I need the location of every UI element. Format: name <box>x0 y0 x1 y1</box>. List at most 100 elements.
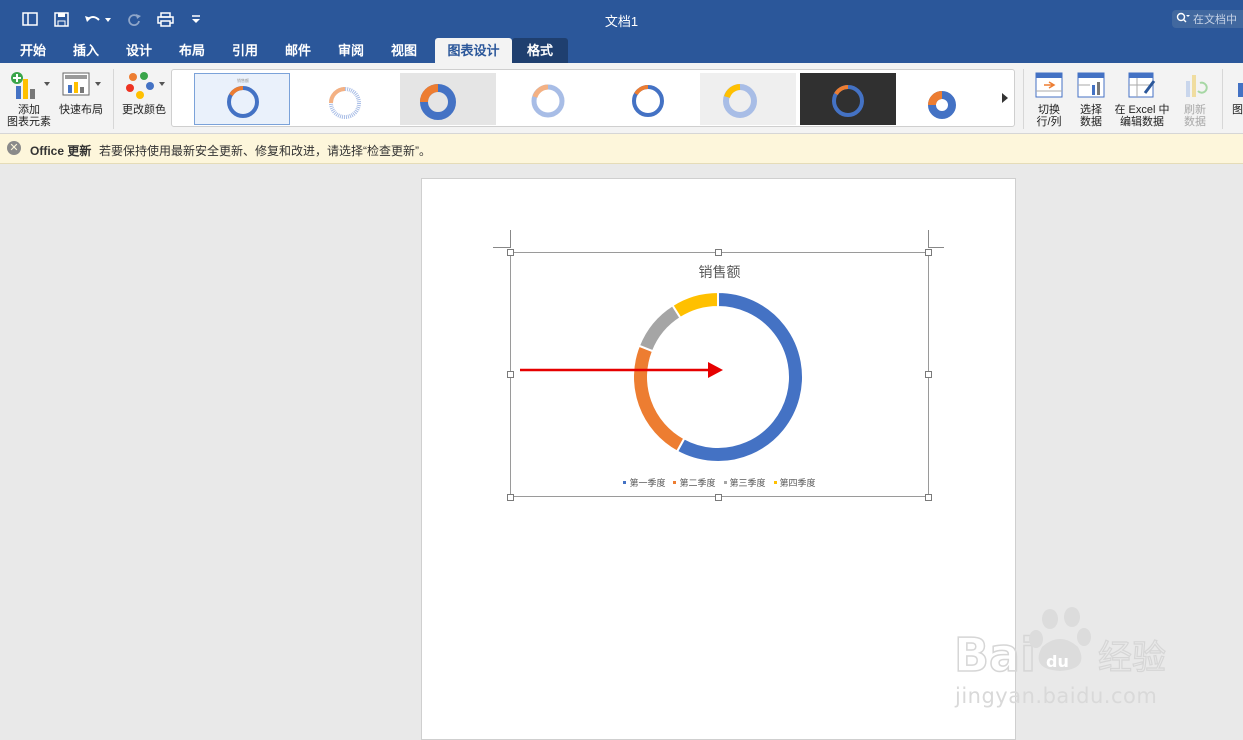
svg-text:销售额: 销售额 <box>237 77 249 83</box>
change-colors-label: 更改颜色 <box>122 104 166 116</box>
close-message-icon[interactable]: ✕ <box>7 141 21 155</box>
quick-layout-label: 快速布局 <box>59 104 103 116</box>
chart-style-1[interactable]: 销售额 <box>194 73 290 125</box>
crop-mark <box>928 230 929 248</box>
redo-icon[interactable] <box>124 10 144 28</box>
legend-item: 第一季度 <box>623 476 665 489</box>
svg-text:Bai: Bai <box>954 628 1036 682</box>
legend-swatch <box>623 481 627 484</box>
sidebar-toggle-icon[interactable] <box>20 10 40 28</box>
crop-mark <box>510 230 511 248</box>
select-data-line2: 数据 <box>1080 116 1102 128</box>
tab-mailings[interactable]: 邮件 <box>275 38 321 63</box>
switch-row-column-icon <box>1035 72 1063 98</box>
chart-legend[interactable]: 第一季度 第二季度 第三季度 第四季度 <box>510 476 929 489</box>
tab-format[interactable]: 格式 <box>512 38 568 63</box>
legend-item: 第四季度 <box>773 476 816 489</box>
add-chart-element-line2: 图表元素 <box>7 116 51 128</box>
resize-handle-right[interactable] <box>925 371 932 378</box>
chart-style-2[interactable] <box>297 73 393 125</box>
refresh-data-button[interactable]: 刷新 数据 <box>1177 71 1213 128</box>
title-bar: 文档1 在文档中 <box>0 0 1243 38</box>
legend-item: 第二季度 <box>673 476 716 489</box>
svg-text:du: du <box>1046 652 1069 671</box>
resize-handle-bottom[interactable] <box>715 494 722 501</box>
edit-data-in-excel-icon <box>1128 72 1156 98</box>
quick-layout-button[interactable]: 快速布局 <box>58 69 104 116</box>
change-chart-type-label: 图 <box>1232 104 1243 116</box>
ribbon: 添加 图表元素 快速布局 更改颜色 销售额 切换 行/列 选择 数据 在 Exc… <box>0 63 1243 134</box>
update-message-bar: ✕ Office 更新 若要保持使用最新安全更新、修复和改进，请选择“检查更新”… <box>0 134 1243 164</box>
chart-type-icon <box>1238 83 1243 97</box>
message-text: 若要保持使用最新安全更新、修复和改进，请选择“检查更新”。 <box>99 144 431 158</box>
select-data-icon <box>1077 72 1105 98</box>
edit-data-in-excel-button[interactable]: 在 Excel 中 编辑数据 <box>1113 71 1171 128</box>
resize-handle-bottom-left[interactable] <box>507 494 514 501</box>
crop-mark <box>928 247 944 248</box>
resize-handle-top[interactable] <box>715 249 722 256</box>
ribbon-separator <box>113 69 114 129</box>
message-title: Office 更新 <box>30 144 92 158</box>
resize-handle-left[interactable] <box>507 371 514 378</box>
chart-styles-gallery: 销售额 <box>171 69 1015 127</box>
legend-swatch <box>673 481 677 484</box>
search-placeholder: 在文档中 <box>1193 14 1237 26</box>
crop-mark <box>493 247 511 248</box>
resize-handle-top-left[interactable] <box>507 249 514 256</box>
customize-toolbar-icon[interactable] <box>186 10 206 28</box>
add-chart-element-line1: 添加 <box>18 104 40 116</box>
switch-row-column-button[interactable]: 切换 行/列 <box>1030 71 1068 128</box>
chart-style-5[interactable] <box>600 73 696 125</box>
legend-label: 第一季度 <box>629 478 666 488</box>
change-colors-icon <box>126 72 165 99</box>
chart-style-7[interactable] <box>800 73 896 125</box>
tab-insert[interactable]: 插入 <box>63 38 109 63</box>
edit-data-in-excel-line2: 编辑数据 <box>1120 116 1164 128</box>
search-icon <box>1176 12 1190 26</box>
add-chart-element-icon <box>11 72 50 99</box>
chart-object[interactable] <box>510 252 929 497</box>
legend-item: 第三季度 <box>723 476 766 489</box>
switch-row-column-line1: 切换 <box>1038 104 1060 116</box>
ribbon-separator <box>1222 69 1223 129</box>
gallery-next-icon[interactable] <box>1001 91 1009 109</box>
ribbon-tabs: 开始 插入 设计 布局 引用 邮件 审阅 视图 图表设计 格式 <box>0 38 1243 63</box>
legend-swatch <box>773 481 777 484</box>
search-input[interactable]: 在文档中 <box>1172 10 1243 28</box>
edit-data-in-excel-line1: 在 Excel 中 <box>1114 104 1170 116</box>
switch-row-column-line2: 行/列 <box>1036 116 1062 128</box>
select-data-line1: 选择 <box>1080 104 1102 116</box>
ribbon-separator <box>1023 69 1024 129</box>
legend-label: 第二季度 <box>679 478 716 488</box>
chart-title[interactable]: 销售额 <box>510 262 929 282</box>
tab-chart-design[interactable]: 图表设计 <box>435 38 512 63</box>
tab-home[interactable]: 开始 <box>10 38 56 63</box>
undo-icon[interactable] <box>82 10 112 28</box>
chart-style-3[interactable] <box>400 73 496 125</box>
refresh-data-icon <box>1186 75 1208 97</box>
legend-label: 第三季度 <box>729 478 766 488</box>
watermark-url: jingyan.baidu.com <box>955 684 1158 708</box>
chart-style-6[interactable] <box>700 73 796 125</box>
tab-view[interactable]: 视图 <box>381 38 427 63</box>
chart-style-4[interactable] <box>500 73 596 125</box>
resize-handle-bottom-right[interactable] <box>925 494 932 501</box>
refresh-data-line1: 刷新 <box>1184 104 1206 116</box>
legend-swatch <box>723 481 727 484</box>
legend-label: 第四季度 <box>779 478 816 488</box>
quick-layout-icon <box>62 72 101 96</box>
select-data-button[interactable]: 选择 数据 <box>1073 71 1109 128</box>
save-icon[interactable] <box>51 10 71 28</box>
refresh-data-line2: 数据 <box>1184 116 1206 128</box>
tab-layout[interactable]: 布局 <box>169 38 215 63</box>
print-icon[interactable] <box>155 10 175 28</box>
tab-design[interactable]: 设计 <box>116 38 162 63</box>
change-colors-button[interactable]: 更改颜色 <box>120 69 168 116</box>
resize-handle-top-right[interactable] <box>925 249 932 256</box>
chart-style-8[interactable] <box>900 73 996 125</box>
tab-review[interactable]: 审阅 <box>328 38 374 63</box>
tab-references[interactable]: 引用 <box>222 38 268 63</box>
svg-text:经验: 经验 <box>1098 639 1166 677</box>
add-chart-element-button[interactable]: 添加 图表元素 <box>5 69 53 128</box>
change-chart-type-button[interactable]: 图 <box>1232 71 1243 116</box>
